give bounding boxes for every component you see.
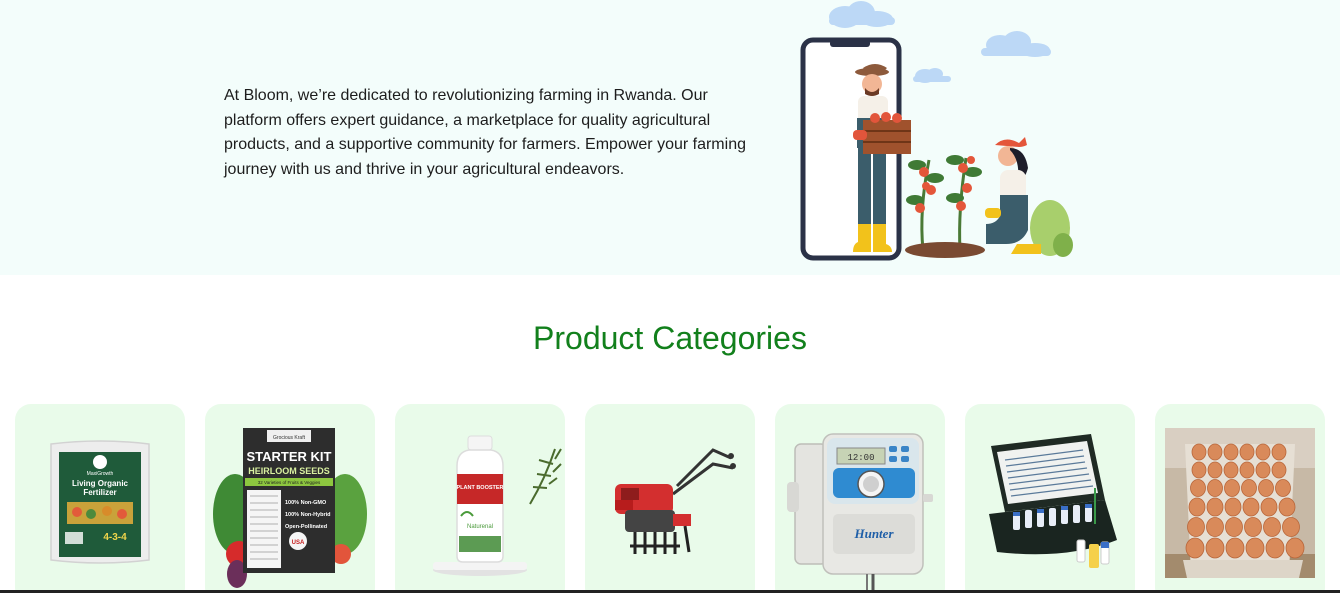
seeds-badge: USA xyxy=(292,540,305,546)
category-card-plant-booster[interactable]: PLANT BOOSTER Naturenal xyxy=(395,404,565,593)
fertilizer-line2: Fertilizer xyxy=(83,488,116,497)
category-card-eggs[interactable] xyxy=(1155,404,1325,593)
farmer-phone-illustration xyxy=(800,1,1073,261)
booster-brand: Naturenal xyxy=(467,524,493,530)
irrigation-controller-image: 12:00 Hunter xyxy=(787,433,933,593)
egg-tray-image xyxy=(1165,428,1315,578)
soil-test-kit-image xyxy=(989,434,1117,568)
fertilizer-bag-image: MaxiGrowth Living Organic Fertilizer 4-3… xyxy=(50,440,150,564)
seeds-line2: HEIRLOOM SEEDS xyxy=(248,466,330,476)
seeds-line1: STARTER KIT xyxy=(247,449,332,464)
category-card-soil-test[interactable] xyxy=(965,404,1135,593)
fertilizer-brand: MaxiGrowth xyxy=(87,471,114,477)
controller-brand: Hunter xyxy=(853,526,894,541)
seeds-feature-2: 100% Non-Hybrid xyxy=(285,512,331,518)
fertilizer-line1: Living Organic xyxy=(72,479,129,488)
fertilizer-npk: 4-3-4 xyxy=(103,532,127,543)
product-categories-title: Product Categories xyxy=(533,320,807,356)
seeds-feature-3: Open-Pollinated xyxy=(285,524,327,530)
category-card-seeds[interactable]: Grocious Kraft STARTER KIT HEIRLOOM SEED… xyxy=(205,404,375,593)
seeds-subtitle: 32 Varieties of Fruits & Veggies xyxy=(258,480,321,485)
controller-display: 12:00 xyxy=(847,453,874,463)
hero-description: At Bloom, we’re dedicated to revolutioni… xyxy=(224,87,746,178)
category-card-irrigation[interactable]: 12:00 Hunter xyxy=(775,404,945,593)
hero-section: At Bloom, we’re dedicated to revolutioni… xyxy=(0,0,1340,275)
seed-starter-kit-image: Grocious Kraft STARTER KIT HEIRLOOM SEED… xyxy=(213,428,367,588)
seeds-feature-1: 100% Non-GMO xyxy=(285,500,327,506)
booster-label: PLANT BOOSTER xyxy=(456,485,503,491)
seeds-brand: Grocious Kraft xyxy=(273,435,306,441)
power-tiller-image xyxy=(615,448,736,554)
category-card-tiller[interactable] xyxy=(585,404,755,593)
category-card-fertilizer[interactable]: MaxiGrowth Living Organic Fertilizer 4-3… xyxy=(15,404,185,593)
plant-booster-bottle-image: PLANT BOOSTER Naturenal xyxy=(433,435,562,576)
